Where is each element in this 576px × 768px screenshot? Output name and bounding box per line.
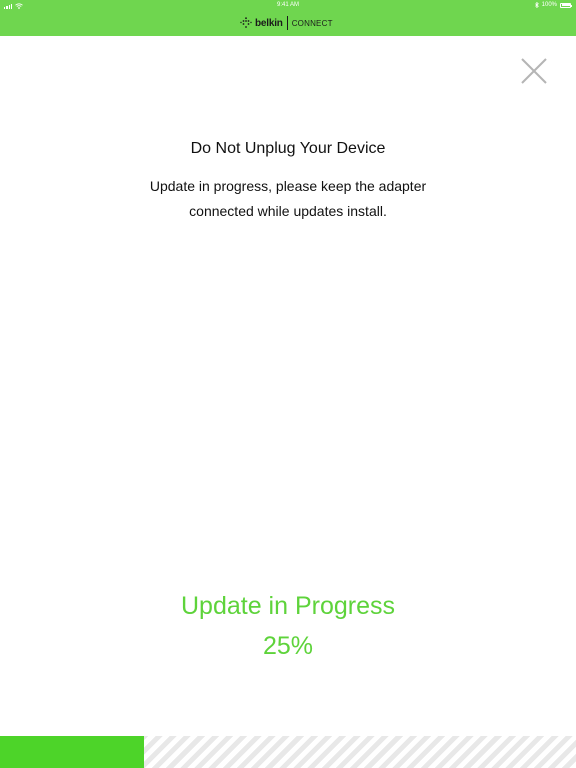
logo-product: CONNECT bbox=[291, 18, 333, 28]
belkin-logo-icon bbox=[240, 17, 252, 28]
dialog-title: Do Not Unplug Your Device bbox=[190, 140, 386, 157]
close-button[interactable] bbox=[518, 55, 550, 87]
progress-bar bbox=[0, 736, 576, 768]
battery-percent: 100% bbox=[541, 2, 557, 8]
logo-brand: belkin bbox=[255, 17, 283, 29]
progress-fill bbox=[0, 736, 144, 768]
progress-label: Update in Progress bbox=[180, 592, 395, 620]
progress-percent: 25% bbox=[262, 632, 314, 660]
dialog-message-line-1: Update in progress, please keep the adap… bbox=[149, 178, 427, 194]
status-time: 9:41 AM bbox=[276, 2, 299, 8]
header-bar: 9:41 AM 100% belkin CONNECT bbox=[0, 0, 576, 36]
status-right: 100% bbox=[534, 2, 573, 8]
belkin-connect-logo: belkin CONNECT bbox=[240, 15, 333, 31]
logo-divider bbox=[286, 16, 288, 30]
status-bar: 9:41 AM 100% bbox=[0, 0, 576, 12]
close-icon bbox=[521, 58, 547, 84]
dialog-message-line-2: connected while updates install. bbox=[189, 203, 387, 219]
dialog-message: Update in progress, please keep the adap… bbox=[88, 174, 488, 224]
battery-icon bbox=[560, 2, 573, 8]
bluetooth-icon bbox=[534, 2, 539, 8]
battery-fill bbox=[561, 4, 570, 6]
